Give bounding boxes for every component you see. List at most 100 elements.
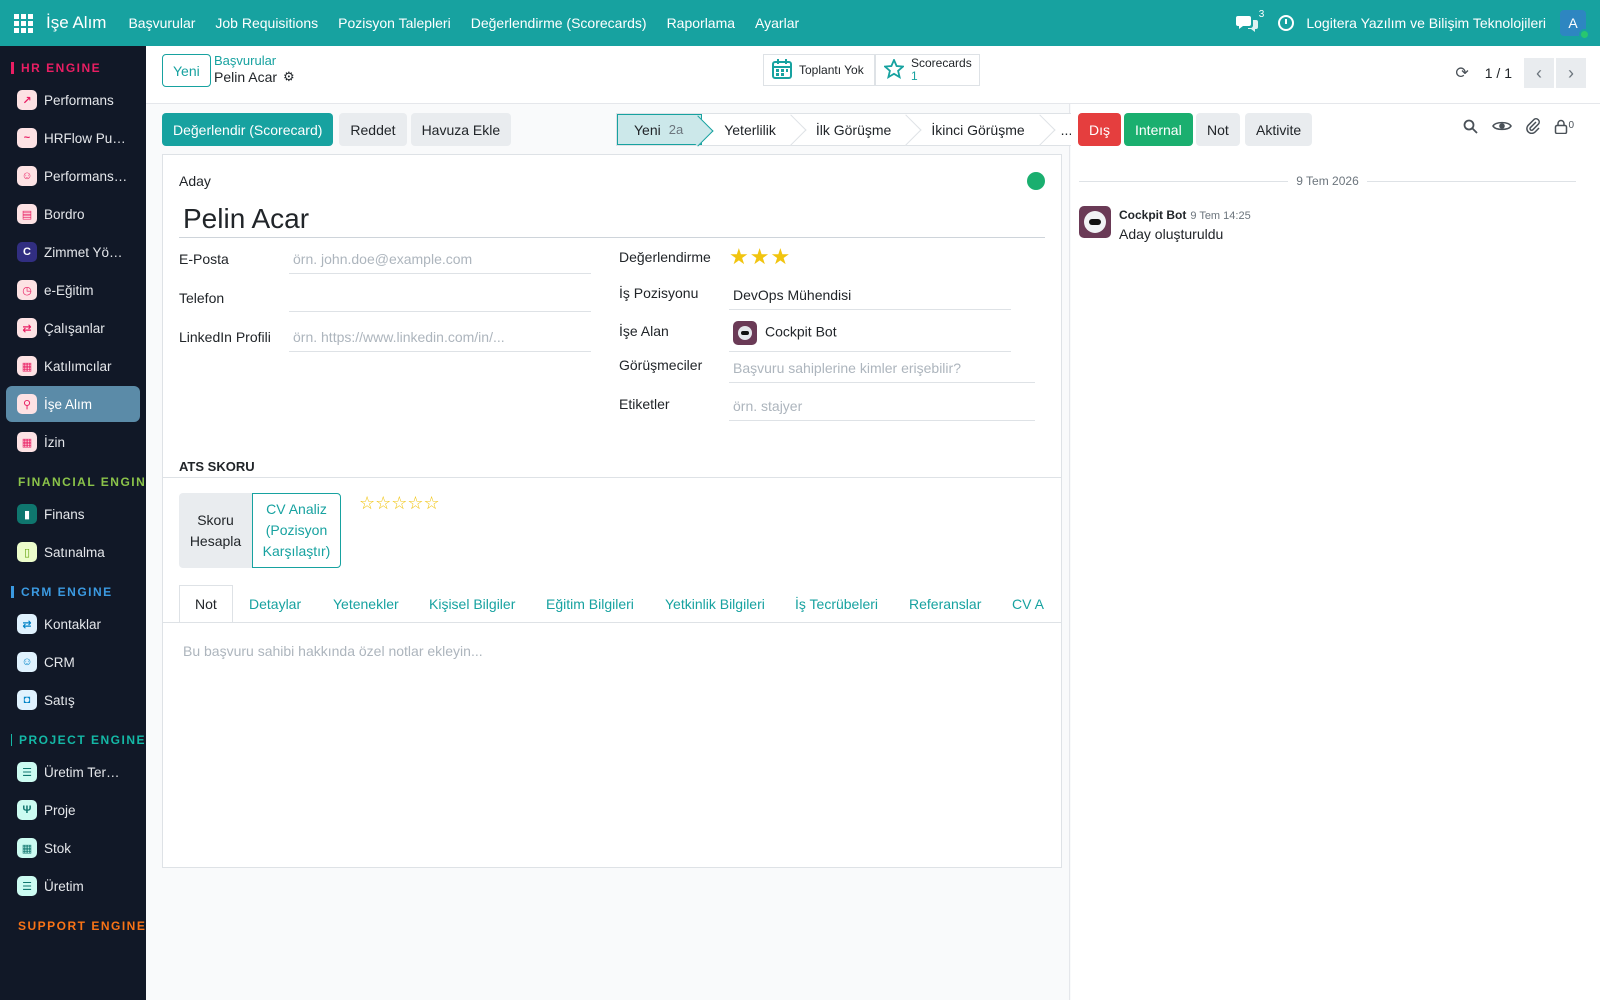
paperclip-icon[interactable] (1526, 118, 1541, 138)
add-to-pool-button[interactable]: Havuza Ekle (410, 113, 512, 146)
chat-count-badge: 3 (1258, 9, 1265, 20)
evaluate-scorecard-button[interactable]: Değerlendir (Scorecard) (162, 113, 334, 146)
pager-value[interactable]: 1 / 1 (1485, 65, 1512, 81)
interviewers-field[interactable]: Başvuru sahiplerine kimler erişebilir? (729, 357, 1035, 383)
tab-not[interactable]: Not (179, 585, 233, 622)
calculate-score-button[interactable]: Skoru Hesapla (179, 493, 252, 568)
sidebar-item-label: Katılımcılar (44, 358, 112, 374)
new-button[interactable]: Yeni (162, 54, 211, 87)
position-field[interactable]: DevOps Mühendisi (729, 285, 1011, 310)
rating-stars[interactable]: ★★★ (729, 246, 791, 268)
menu-job-requisitions[interactable]: Job Requisitions (215, 15, 318, 31)
activity-button[interactable]: Aktivite (1245, 113, 1313, 146)
tab-kisisel-bilgiler[interactable]: Kişisel Bilgiler (429, 585, 515, 622)
log-note-button[interactable]: Not (1196, 113, 1240, 146)
sidebar-item-label: Satınalma (44, 544, 105, 560)
chat-icon[interactable]: 3 (1236, 9, 1264, 33)
recruiter-row: İşe Alan Cockpit Bot (619, 321, 1011, 352)
sidebar-item[interactable]: ☰ Üretim (6, 868, 140, 904)
internal-message-button[interactable]: Internal (1124, 113, 1193, 146)
sidebar-item[interactable]: Ψ Proje (6, 792, 140, 828)
sidebar-item[interactable]: ☰ Üretim Term… (6, 754, 140, 790)
menu-pozisyon-talepleri[interactable]: Pozisyon Talepleri (338, 15, 451, 31)
tab-yetenekler[interactable]: Yetenekler (333, 585, 399, 622)
eye-follow-icon[interactable] (1492, 119, 1513, 137)
refresh-icon[interactable]: ⟳ (1455, 63, 1468, 83)
sidebar-item[interactable]: C Zimmet Yön… (6, 234, 140, 270)
sidebar-item[interactable]: ◷ e-Eğitim (6, 272, 140, 308)
gear-icon[interactable]: ⚙ (283, 69, 295, 85)
message-author[interactable]: Cockpit Bot (1119, 208, 1186, 222)
menu-basvurular[interactable]: Başvurular (128, 15, 195, 31)
linkedin-field[interactable]: örn. https://www.linkedin.com/in/... (289, 329, 591, 352)
tab-referanslar[interactable]: Referanslar (909, 585, 981, 622)
sidebar-item[interactable]: ◘ Satış (6, 682, 140, 718)
menu-degerlendirme[interactable]: Değerlendirme (Scorecards) (471, 15, 647, 31)
clock-icon: ◷ (17, 280, 37, 300)
calendar-icon: ▦ (17, 356, 37, 376)
tab-detaylar[interactable]: Detaylar (249, 585, 301, 622)
sidebar-item[interactable]: ⇄ Çalışanlar (6, 310, 140, 346)
tab-egitim-bilgileri[interactable]: Eğitim Bilgileri (546, 585, 634, 622)
recruiter-field[interactable]: Cockpit Bot (729, 321, 1011, 352)
stage-label: İkinci Görüşme (931, 121, 1025, 138)
search-icon[interactable] (1463, 119, 1479, 138)
app-title[interactable]: İşe Alım (46, 13, 106, 33)
followers-lock-icon[interactable]: 0 (1554, 119, 1574, 138)
reject-button[interactable]: Reddet (339, 113, 407, 146)
company-switcher[interactable]: Logitera Yazılım ve Bilişim Teknolojiler… (1306, 15, 1546, 31)
menu-raporlama[interactable]: Raporlama (667, 15, 735, 31)
sidebar-item[interactable]: ▤ Bordro (6, 196, 140, 232)
tab-cv-analiz[interactable]: CV A (1012, 585, 1044, 622)
sidebar-item-label: Stok (44, 840, 72, 856)
form-sheet: Aday Pelin Acar E-Posta örn. john.doe@ex… (162, 154, 1062, 868)
tab-is-tecrubeleri[interactable]: İş Tecrübeleri (795, 585, 878, 622)
activity-clock-icon[interactable] (1278, 15, 1295, 31)
stage-ikinci-gorusme[interactable]: İkinci Görüşme (909, 114, 1043, 145)
pager-next-button[interactable]: › (1556, 58, 1586, 88)
menu-ayarlar[interactable]: Ayarlar (755, 15, 799, 31)
chatter-toolbar: 0 (1449, 118, 1574, 138)
candidate-name-field[interactable]: Pelin Acar (179, 201, 1045, 238)
note-editor[interactable]: Bu başvuru sahibi hakkında özel notlar e… (183, 643, 483, 659)
sidebar-item[interactable]: ☺ CRM (6, 644, 140, 680)
kanban-state-icon[interactable] (1027, 172, 1045, 190)
sidebar-item[interactable]: ▦ Katılımcılar (6, 348, 140, 384)
sidebar-item[interactable]: ☺ Performans … (6, 158, 140, 194)
position-label: İş Pozisyonu (619, 285, 699, 301)
stage-yeni[interactable]: Yeni 2a (617, 114, 703, 145)
ats-divider (163, 477, 1061, 478)
sidebar-item[interactable]: ▯ Satınalma (6, 534, 140, 570)
user-avatar[interactable]: A (1560, 10, 1590, 40)
tags-field[interactable]: örn. stajyer (729, 396, 1035, 421)
sidebar-item[interactable]: ▦ İzin (6, 424, 140, 460)
search-person-icon: ⚲ (17, 394, 37, 414)
online-status-icon (1579, 29, 1590, 40)
sidebar-item[interactable]: ▦ Stok (6, 830, 140, 866)
breadcrumb-parent-link[interactable]: Başvurular (214, 53, 295, 68)
cv-analysis-button[interactable]: CV Analiz (Pozisyon Karşılaştır) (252, 493, 341, 568)
chatter-message: Cockpit Bot 9 Tem 14:25 Aday oluşturuldu (1079, 206, 1251, 242)
pager-prev-button[interactable]: ‹ (1524, 58, 1554, 88)
tab-yetkinlik-bilgileri[interactable]: Yetkinlik Bilgileri (665, 585, 765, 622)
sidebar-item[interactable]: ⇄ Kontaklar (6, 606, 140, 642)
sidebar-item[interactable]: ~ HRFlow Pulse (6, 120, 140, 156)
phone-row: Telefon (179, 290, 591, 312)
date-separator: 9 Tem 2026 (1079, 174, 1576, 188)
scorecards-smart-button[interactable]: Scorecards 1 (875, 54, 980, 86)
email-field[interactable]: örn. john.doe@example.com (289, 251, 591, 274)
phone-field[interactable] (289, 290, 591, 312)
sidebar-item[interactable]: ↗ Performans (6, 82, 140, 118)
sidebar-item[interactable]: ⚲ İşe Alım (6, 386, 140, 422)
app-grid-icon[interactable] (0, 0, 46, 46)
stage-ilk-gorusme[interactable]: İlk Görüşme (793, 114, 910, 145)
section-title: PROJECT ENGINE (18, 733, 146, 747)
external-message-button[interactable]: Dış (1078, 113, 1121, 146)
bot-avatar-icon[interactable] (1079, 206, 1111, 238)
meetings-smart-button[interactable]: Toplantı Yok (763, 54, 875, 86)
sidebar-item[interactable]: ▮ Finans (6, 496, 140, 532)
bot-avatar-icon (733, 321, 757, 345)
stage-yeterlilik[interactable]: Yeterlilik (702, 114, 794, 145)
sidebar-item-label: İşe Alım (44, 396, 93, 412)
interviewers-label: Görüşmeciler (619, 357, 703, 373)
